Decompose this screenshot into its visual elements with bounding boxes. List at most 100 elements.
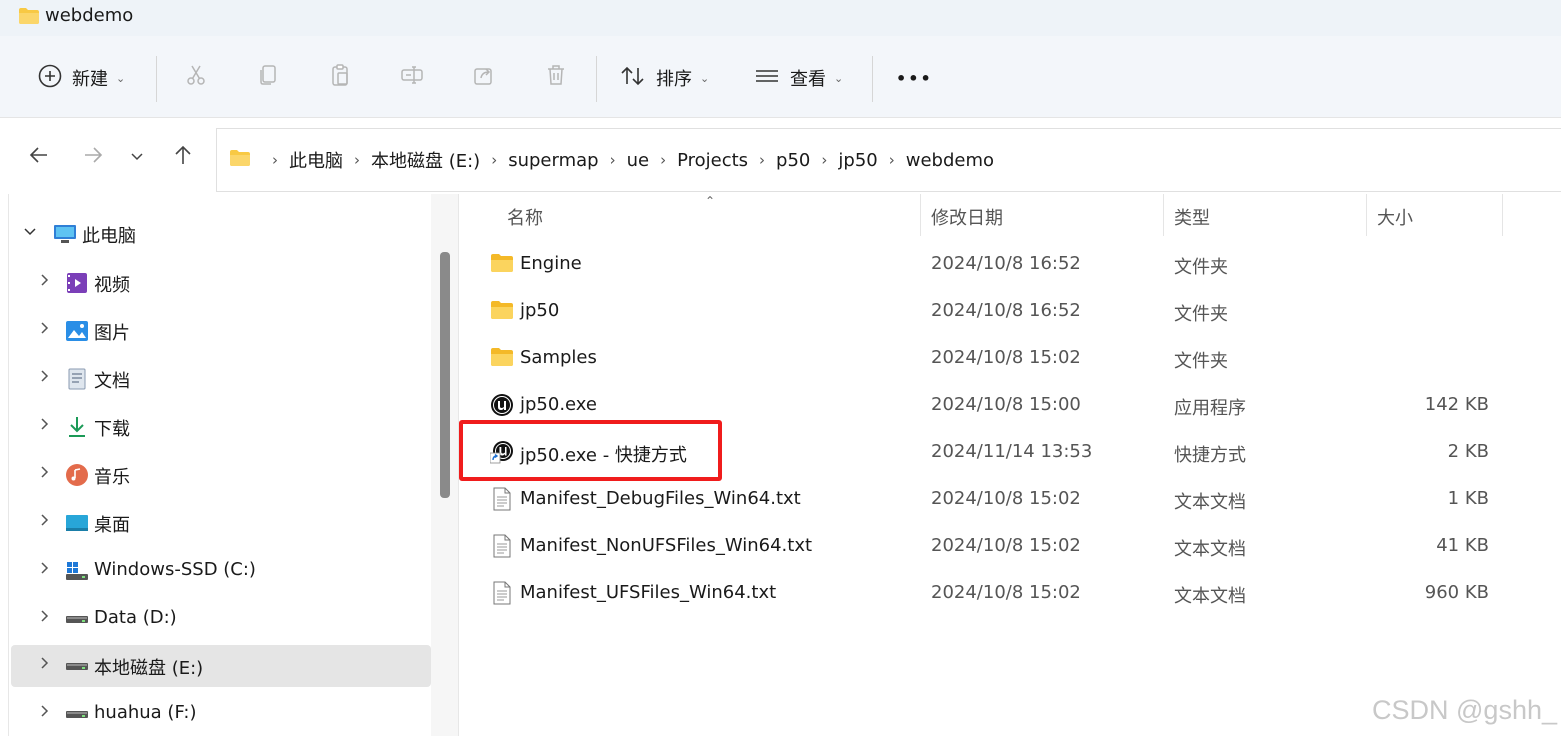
scrollbar-thumb[interactable] [440, 252, 450, 498]
breadcrumb-item[interactable]: Projects [677, 150, 748, 171]
divider [156, 56, 157, 102]
tree-item-pictures[interactable]: 图片 [11, 310, 431, 352]
chevron-right-icon: › [491, 151, 498, 169]
file-row[interactable]: Manifest_DebugFiles_Win64.txt 2024/10/8 … [479, 477, 1539, 523]
up-button[interactable] [166, 140, 200, 174]
file-row[interactable]: Samples 2024/10/8 15:02 文件夹 [479, 336, 1539, 382]
rename-button[interactable] [397, 62, 427, 92]
file-date: 2024/10/8 16:52 [931, 253, 1081, 274]
tree-item-videos[interactable]: 视频 [11, 262, 431, 304]
tree-item-drive-e[interactable]: 本地磁盘 (E:) [11, 645, 431, 687]
file-name: Engine [520, 253, 582, 274]
title-bar: webdemo [0, 0, 1561, 36]
chevron-right-icon[interactable] [37, 321, 53, 341]
column-header-date[interactable]: 修改日期 [921, 194, 1164, 236]
file-type: 应用程序 [1174, 398, 1246, 419]
tree-label: 音乐 [94, 467, 130, 488]
delete-button[interactable] [541, 62, 571, 92]
copy-button[interactable] [253, 62, 283, 92]
breadcrumb-item[interactable]: 本地磁盘 (E:) [371, 147, 480, 173]
file-name: Manifest_DebugFiles_Win64.txt [520, 488, 801, 509]
tree-label: Data (D:) [94, 607, 177, 628]
file-type: 文件夹 [1174, 351, 1228, 372]
breadcrumb-item[interactable]: supermap [508, 150, 598, 171]
tree-item-downloads[interactable]: 下载 [11, 406, 431, 448]
new-button[interactable]: 新建 ⌄ [38, 56, 125, 100]
chevron-right-icon[interactable] [37, 369, 53, 389]
tree-item-drive-c[interactable]: Windows-SSD (C:) [11, 550, 431, 592]
text-file-icon [490, 487, 514, 511]
documents-icon [65, 367, 89, 391]
sort-button[interactable]: 排序 ⌄ [620, 56, 709, 100]
paste-button[interactable] [325, 62, 355, 92]
column-header-type[interactable]: 类型 [1164, 194, 1367, 236]
more-options-button[interactable]: ••• [896, 56, 933, 100]
breadcrumb-item[interactable]: webdemo [906, 150, 994, 171]
file-row[interactable]: Manifest_NonUFSFiles_Win64.txt 2024/10/8… [479, 524, 1539, 570]
chevron-right-icon[interactable] [37, 704, 53, 724]
tree-item-music[interactable]: 音乐 [11, 454, 431, 496]
back-button[interactable] [22, 140, 56, 174]
tree-label: 桌面 [94, 515, 130, 536]
file-date: 2024/10/8 15:02 [931, 488, 1081, 509]
divider [596, 56, 597, 102]
file-name: Samples [520, 347, 597, 368]
tree-item-this-pc[interactable]: 此电脑 [11, 213, 431, 255]
chevron-down-icon[interactable] [23, 224, 39, 244]
cut-button[interactable] [181, 62, 211, 92]
chevron-right-icon: › [609, 151, 616, 169]
tree-label: 本地磁盘 (E:) [94, 658, 204, 679]
arrow-up-icon [172, 144, 194, 170]
navigation-bar: › 此电脑 › 本地磁盘 (E:) › supermap › ue › Proj… [0, 118, 1561, 194]
file-row[interactable]: jp50 2024/10/8 16:52 文件夹 [479, 289, 1539, 335]
tree-label: 图片 [94, 323, 130, 344]
column-header-name[interactable]: 名称 [497, 194, 921, 236]
text-file-icon [490, 581, 514, 605]
file-type: 文本文档 [1174, 492, 1246, 513]
chevron-right-icon[interactable] [37, 465, 53, 485]
address-bar[interactable]: › 此电脑 › 本地磁盘 (E:) › supermap › ue › Proj… [216, 128, 1561, 192]
file-date: 2024/11/14 13:53 [931, 441, 1093, 462]
plus-circle-icon [38, 64, 62, 93]
tree-item-drive-d[interactable]: Data (D:) [11, 598, 431, 640]
file-type: 快捷方式 [1174, 445, 1246, 466]
breadcrumb-item[interactable]: ue [627, 150, 649, 171]
folder-icon [490, 299, 514, 323]
breadcrumb-item[interactable]: 此电脑 [289, 147, 343, 173]
arrow-left-icon [28, 144, 50, 170]
file-type: 文件夹 [1174, 257, 1228, 278]
file-date: 2024/10/8 15:02 [931, 535, 1081, 556]
tree-item-desktop[interactable]: 桌面 [11, 502, 431, 544]
navigation-scrollbar[interactable] [431, 194, 459, 736]
chevron-right-icon: › [272, 151, 278, 169]
drive-icon [65, 654, 89, 678]
breadcrumb-item[interactable]: p50 [776, 150, 810, 171]
tree-label: 下载 [94, 419, 130, 440]
chevron-right-icon[interactable] [37, 609, 53, 629]
tree-item-documents[interactable]: 文档 [11, 358, 431, 400]
highlight-box [459, 420, 722, 481]
file-type: 文件夹 [1174, 304, 1228, 325]
folder-icon [229, 149, 251, 171]
breadcrumb-item[interactable]: jp50 [838, 150, 877, 171]
tree-label: huahua (F:) [94, 702, 197, 723]
chevron-right-icon[interactable] [37, 513, 53, 533]
chevron-right-icon[interactable] [37, 656, 53, 676]
chevron-right-icon[interactable] [37, 417, 53, 437]
file-date: 2024/10/8 15:02 [931, 582, 1081, 603]
rename-icon [400, 63, 424, 91]
view-button[interactable]: 查看 ⌄ [754, 56, 843, 100]
drive-icon [65, 607, 89, 631]
share-button[interactable] [469, 62, 499, 92]
chevron-right-icon[interactable] [37, 273, 53, 293]
chevron-down-icon: ⌄ [116, 71, 126, 85]
tree-item-drive-f[interactable]: huahua (F:) [11, 693, 431, 735]
file-row[interactable]: Engine 2024/10/8 16:52 文件夹 [479, 242, 1539, 288]
chevron-right-icon[interactable] [37, 561, 53, 581]
music-icon [65, 463, 89, 487]
recent-locations-button[interactable] [120, 140, 154, 174]
chevron-down-icon [130, 148, 144, 167]
column-header-size[interactable]: 大小 [1367, 194, 1503, 236]
file-row[interactable]: Manifest_UFSFiles_Win64.txt 2024/10/8 15… [479, 571, 1539, 617]
forward-button[interactable] [76, 140, 110, 174]
